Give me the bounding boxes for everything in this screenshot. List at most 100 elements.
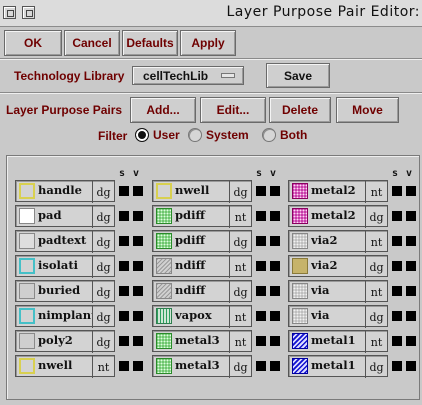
selectable-toggle[interactable] xyxy=(256,311,266,321)
layer-purpose-pair-row[interactable]: metal2 nt xyxy=(288,180,422,203)
layer-purpose-pair-field[interactable]: pdiff dg xyxy=(152,230,252,253)
layer-purpose-pair-row[interactable]: via dg xyxy=(288,305,422,328)
title-bar[interactable]: Layer Purpose Pair Editor: xyxy=(0,0,422,27)
selectable-toggle[interactable] xyxy=(256,361,266,371)
visible-toggle[interactable] xyxy=(133,361,143,371)
selectable-toggle[interactable] xyxy=(392,311,402,321)
selectable-toggle[interactable] xyxy=(119,361,129,371)
visible-toggle[interactable] xyxy=(406,361,416,371)
apply-button[interactable]: Apply xyxy=(180,30,236,56)
layer-purpose-pair-row[interactable]: metal3 dg xyxy=(152,355,286,378)
edit-button[interactable]: Edit... xyxy=(200,97,266,123)
selectable-toggle[interactable] xyxy=(256,211,266,221)
visible-toggle[interactable] xyxy=(270,286,280,296)
window-menu-icon[interactable] xyxy=(3,6,16,19)
selectable-toggle[interactable] xyxy=(119,261,129,271)
layer-purpose-pair-row[interactable]: via2 nt xyxy=(288,230,422,253)
delete-button[interactable]: Delete xyxy=(269,97,331,123)
layer-purpose-pair-row[interactable]: poly2 dg xyxy=(15,330,149,353)
visible-toggle[interactable] xyxy=(133,311,143,321)
filter-radio-both[interactable]: Both xyxy=(262,127,307,143)
selectable-toggle[interactable] xyxy=(119,236,129,246)
layer-purpose-pair-row[interactable]: buried dg xyxy=(15,280,149,303)
ok-button[interactable]: OK xyxy=(4,30,62,56)
layer-purpose-pair-field[interactable]: isolati dg xyxy=(15,255,115,278)
selectable-toggle[interactable] xyxy=(119,286,129,296)
layer-purpose-pair-row[interactable]: pdiff nt xyxy=(152,205,286,228)
technology-library-select[interactable]: cellTechLib xyxy=(132,66,244,85)
selectable-toggle[interactable] xyxy=(256,186,266,196)
visible-toggle[interactable] xyxy=(133,336,143,346)
selectable-toggle[interactable] xyxy=(392,286,402,296)
selectable-toggle[interactable] xyxy=(256,336,266,346)
selectable-toggle[interactable] xyxy=(256,236,266,246)
selectable-toggle[interactable] xyxy=(119,186,129,196)
visible-toggle[interactable] xyxy=(406,286,416,296)
layer-purpose-pair-field[interactable]: pdiff nt xyxy=(152,205,252,228)
layer-purpose-pair-field[interactable]: metal2 dg xyxy=(288,205,388,228)
layer-purpose-pair-field[interactable]: metal1 nt xyxy=(288,330,388,353)
layer-purpose-pair-field[interactable]: metal3 dg xyxy=(152,355,252,378)
layer-purpose-pair-field[interactable]: nimplant dg xyxy=(15,305,115,328)
layer-purpose-pair-row[interactable]: metal1 nt xyxy=(288,330,422,353)
selectable-toggle[interactable] xyxy=(256,261,266,271)
selectable-toggle[interactable] xyxy=(392,336,402,346)
selectable-toggle[interactable] xyxy=(119,336,129,346)
minimize-icon[interactable] xyxy=(22,6,35,19)
save-button[interactable]: Save xyxy=(266,63,330,88)
layer-purpose-pair-field[interactable]: handle dg xyxy=(15,180,115,203)
selectable-toggle[interactable] xyxy=(392,361,402,371)
selectable-toggle[interactable] xyxy=(119,311,129,321)
visible-toggle[interactable] xyxy=(133,236,143,246)
visible-toggle[interactable] xyxy=(406,311,416,321)
selectable-toggle[interactable] xyxy=(392,186,402,196)
add-button[interactable]: Add... xyxy=(130,97,196,123)
layer-purpose-pair-field[interactable]: ndiff nt xyxy=(152,255,252,278)
layer-purpose-pair-row[interactable]: nwell dg xyxy=(152,180,286,203)
cancel-button[interactable]: Cancel xyxy=(64,30,120,56)
layer-purpose-pair-field[interactable]: via dg xyxy=(288,305,388,328)
layer-purpose-pair-field[interactable]: padtext dg xyxy=(15,230,115,253)
selectable-toggle[interactable] xyxy=(392,236,402,246)
layer-purpose-pair-row[interactable]: via2 dg xyxy=(288,255,422,278)
selectable-toggle[interactable] xyxy=(256,286,266,296)
filter-radio-system[interactable]: System xyxy=(188,127,249,143)
visible-toggle[interactable] xyxy=(406,336,416,346)
layer-purpose-pair-row[interactable]: ndiff nt xyxy=(152,255,286,278)
layer-purpose-pair-field[interactable]: pad dg xyxy=(15,205,115,228)
visible-toggle[interactable] xyxy=(406,211,416,221)
layer-purpose-pair-row[interactable]: nwell nt xyxy=(15,355,149,378)
defaults-button[interactable]: Defaults xyxy=(122,30,178,56)
layer-purpose-pair-field[interactable]: ndiff dg xyxy=(152,280,252,303)
layer-purpose-pair-field[interactable]: nwell nt xyxy=(15,355,115,378)
layer-purpose-pair-row[interactable]: isolati dg xyxy=(15,255,149,278)
layer-purpose-pair-row[interactable]: padtext dg xyxy=(15,230,149,253)
layer-purpose-pair-row[interactable]: via nt xyxy=(288,280,422,303)
layer-purpose-pair-row[interactable]: metal2 dg xyxy=(288,205,422,228)
selectable-toggle[interactable] xyxy=(392,261,402,271)
visible-toggle[interactable] xyxy=(270,186,280,196)
layer-purpose-pair-row[interactable]: handle dg xyxy=(15,180,149,203)
visible-toggle[interactable] xyxy=(270,336,280,346)
layer-purpose-pair-row[interactable]: metal3 nt xyxy=(152,330,286,353)
selectable-toggle[interactable] xyxy=(392,211,402,221)
layer-purpose-pair-row[interactable]: metal1 dg xyxy=(288,355,422,378)
layer-purpose-pair-field[interactable]: via nt xyxy=(288,280,388,303)
layer-purpose-pair-field[interactable]: buried dg xyxy=(15,280,115,303)
layer-purpose-pair-field[interactable]: poly2 dg xyxy=(15,330,115,353)
visible-toggle[interactable] xyxy=(133,211,143,221)
layer-purpose-pair-row[interactable]: pad dg xyxy=(15,205,149,228)
layer-purpose-pair-field[interactable]: metal1 dg xyxy=(288,355,388,378)
layer-purpose-pair-field[interactable]: metal2 nt xyxy=(288,180,388,203)
layer-purpose-pair-field[interactable]: via2 nt xyxy=(288,230,388,253)
layer-purpose-pair-field[interactable]: vapox nt xyxy=(152,305,252,328)
visible-toggle[interactable] xyxy=(406,186,416,196)
move-button[interactable]: Move xyxy=(336,97,399,123)
layer-purpose-pair-field[interactable]: nwell dg xyxy=(152,180,252,203)
visible-toggle[interactable] xyxy=(133,261,143,271)
visible-toggle[interactable] xyxy=(406,236,416,246)
visible-toggle[interactable] xyxy=(270,211,280,221)
layer-purpose-pair-field[interactable]: metal3 nt xyxy=(152,330,252,353)
visible-toggle[interactable] xyxy=(133,286,143,296)
visible-toggle[interactable] xyxy=(270,261,280,271)
